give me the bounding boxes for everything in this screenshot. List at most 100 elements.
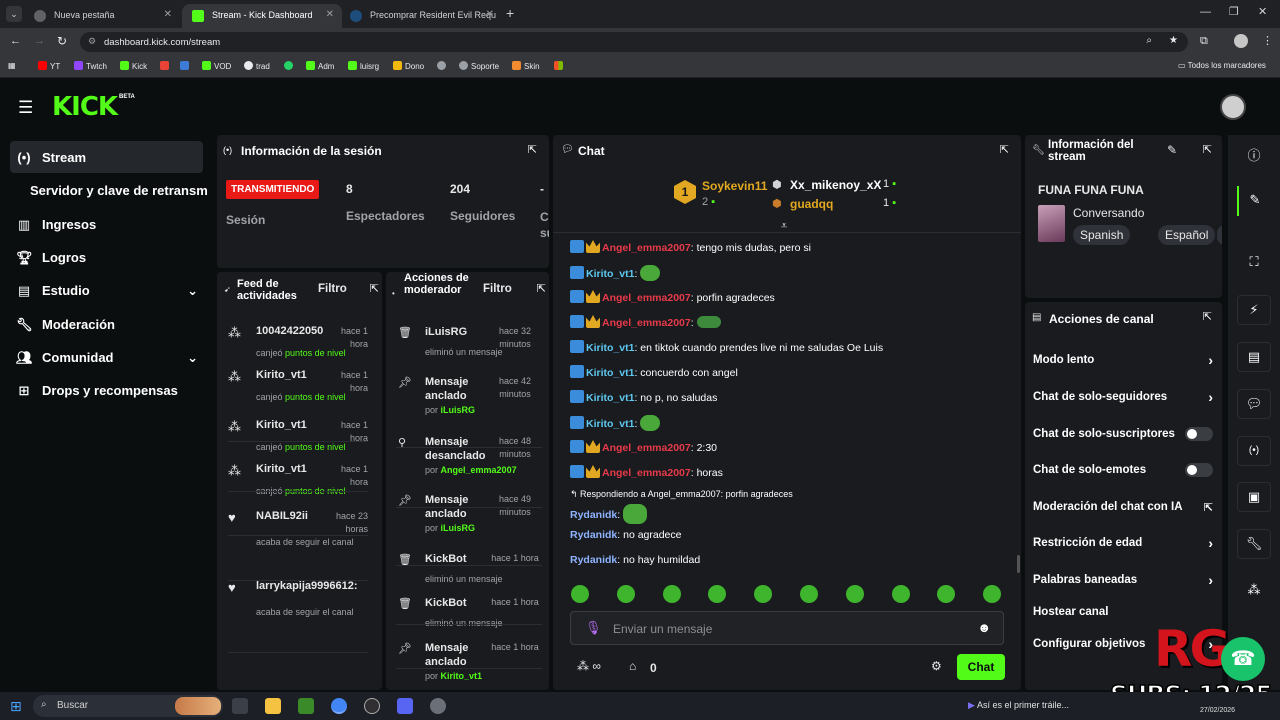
feed-username[interactable]: 10042422050 <box>256 325 323 337</box>
chat-message[interactable]: Angel_emma2007: <box>570 315 721 329</box>
bookmark-twtch[interactable]: Twtch <box>74 61 107 71</box>
chat-message[interactable]: Angel_emma2007: tengo mis dudas, pero si <box>570 240 811 254</box>
emote-quick-button[interactable] <box>754 585 773 603</box>
notes-icon[interactable]: ▤ <box>1237 342 1271 372</box>
chat-message[interactable]: Rydanidk: no hay humildad <box>570 554 700 566</box>
popout-icon[interactable]: ⇱ <box>528 143 537 156</box>
popout-icon[interactable]: ⇱ <box>1203 310 1212 323</box>
file-explorer-icon[interactable] <box>265 698 281 714</box>
star-icon[interactable]: ★ <box>1169 35 1178 46</box>
tab-new-tab[interactable]: Nueva pestaña ✕ <box>24 4 180 28</box>
mod-action-user[interactable]: Kirito_vt1 <box>441 671 483 681</box>
url-field[interactable]: ⚙ dashboard.kick.com/stream ⌕ ★ <box>80 32 1188 52</box>
chat-message[interactable]: Kirito_vt1: concuerdo con angel <box>570 365 738 379</box>
chat-message[interactable]: Angel_emma2007: 2:30 <box>570 440 717 454</box>
close-icon[interactable]: ✕ <box>486 9 494 20</box>
bookmark-trad[interactable]: trad <box>244 61 270 71</box>
filter-button[interactable]: Filtro <box>483 283 512 295</box>
emote-quick-button[interactable] <box>891 585 910 603</box>
bookmark-gmail[interactable] <box>160 61 172 71</box>
all-bookmarks[interactable]: ▭ Todos los marcadores <box>1178 61 1266 70</box>
menu-icon[interactable]: ⋮ <box>1262 34 1273 47</box>
close-icon[interactable]: ✕ <box>326 9 334 20</box>
chat-username[interactable]: Rydanidk <box>570 529 617 541</box>
wrench-icon[interactable]: 🔧︎ <box>1237 529 1271 559</box>
sidebar-item-comunidad[interactable]: 👥︎ Comunidad ⌄ <box>16 350 198 366</box>
sidebar-item-ingresos[interactable]: ▥ Ingresos <box>16 217 96 233</box>
chat-input-box[interactable]: 🎙︎ Enviar un mensaje ☻ <box>570 611 1004 645</box>
chat-username[interactable]: Kirito_vt1 <box>586 367 634 379</box>
chat-message[interactable]: Kirito_vt1: en tiktok cuando prendes liv… <box>570 340 883 354</box>
emoji-picker-icon[interactable]: ☻ <box>977 620 991 635</box>
emote-quick-button[interactable] <box>616 585 635 603</box>
bookmark-adm[interactable]: Adm <box>306 61 334 71</box>
popout-icon[interactable]: ⇱ <box>370 282 379 295</box>
sidebar-item-logros[interactable]: 🏆︎ Logros <box>16 250 86 266</box>
tab-kick-dashboard[interactable]: Stream - Kick Dashboard ✕ <box>182 4 342 28</box>
tab-resident-evil[interactable]: Precomprar Resident Evil Requ ✕ <box>340 4 502 28</box>
notification-tray[interactable]: ▶ Así es el primer tráile... <box>968 700 1069 711</box>
feed-link[interactable]: puntos de nivel <box>285 348 346 358</box>
channel-action-row[interactable]: Moderación del chat con IA ⇱ <box>1033 501 1213 514</box>
chat-message[interactable]: Rydanidk: <box>570 504 648 524</box>
leaderboard-second-name[interactable]: Xx_mikenoy_xX <box>790 178 881 192</box>
emote-quick-button[interactable] <box>800 585 818 603</box>
chat-username[interactable]: Angel_emma2007 <box>602 317 691 329</box>
feed-item[interactable]: ⁂ Kirito_vt1 hace 1 hora canjeó puntos de n… <box>228 463 368 507</box>
sidebar-item-estudio[interactable]: ▤ Estudio ⌄ <box>16 283 198 299</box>
chat-username[interactable]: Rydanidk <box>570 509 617 521</box>
close-icon[interactable]: ✕ <box>164 9 172 20</box>
sidebar-item-moderacion[interactable]: 🔧︎ Moderación <box>16 317 115 333</box>
feed-username[interactable]: Kirito_vt1 <box>256 463 307 475</box>
chat-message[interactable]: Kirito_vt1: no p, no saludas <box>570 390 717 404</box>
discord-icon[interactable] <box>397 698 413 714</box>
chat-message[interactable]: Kirito_vt1: <box>570 265 661 281</box>
extensions-icon[interactable]: ⧉ <box>1200 35 1208 48</box>
mod-action-user[interactable]: iLuisRG <box>441 405 476 415</box>
chat-send-button[interactable]: Chat <box>957 654 1005 680</box>
chrome-icon[interactable] <box>331 698 347 714</box>
tag-chip-overflow[interactable] <box>1217 225 1222 245</box>
bookmark-vod[interactable]: VOD <box>202 61 231 71</box>
tag-chip[interactable]: Spanish <box>1073 225 1131 245</box>
chat-bubble-icon[interactable]: 💬︎ <box>1237 389 1271 419</box>
category-name[interactable]: Conversando <box>1073 206 1144 220</box>
chat-settings-icon[interactable]: ⚙ <box>931 659 942 673</box>
bookmark-whatsapp[interactable] <box>284 61 296 71</box>
chat-username[interactable]: Kirito_vt1 <box>586 392 634 404</box>
chat-username[interactable]: Kirito_vt1 <box>586 342 634 354</box>
store-icon[interactable]: ⌂ <box>629 659 636 673</box>
channel-action-row[interactable]: Chat de solo-seguidores › <box>1033 389 1213 405</box>
channel-action-row[interactable]: Hostear canal <box>1033 606 1213 618</box>
support-chat-button[interactable]: ☎︎ <box>1221 637 1265 681</box>
mod-action-item[interactable]: 📌︎ Mensaje anclado hace 1 hora por Kirito_v… <box>398 641 540 689</box>
channel-action-row[interactable]: Chat de solo-suscriptores <box>1033 427 1213 441</box>
toggle-switch[interactable] <box>1185 463 1213 477</box>
sidebar-item-server-key[interactable]: Servidor y clave de retransm <box>30 183 215 198</box>
channel-action-row[interactable]: Configurar objetivos › <box>1033 636 1213 652</box>
emote-quick-button[interactable] <box>571 585 589 603</box>
layout-icon[interactable]: ▣ <box>1237 482 1271 512</box>
user-avatar[interactable] <box>1220 94 1246 120</box>
new-tab-button[interactable]: + <box>506 5 514 21</box>
info-icon[interactable]: ⓘ <box>1237 142 1271 172</box>
chat-username[interactable]: Angel_emma2007 <box>602 242 691 254</box>
emote-quick-button[interactable] <box>662 585 681 603</box>
mod-action-item[interactable]: 🗑︎ KickBot hace 1 hora eliminó un mensaje <box>398 552 540 600</box>
hamburger-menu-icon[interactable]: ☰ <box>18 98 33 118</box>
edit-pencil-icon[interactable]: ✎ <box>1167 143 1177 157</box>
forward-icon[interactable]: → <box>34 35 45 47</box>
emote-quick-button[interactable] <box>983 585 1002 603</box>
bookmark-dono[interactable]: Dono <box>393 61 424 71</box>
feed-item[interactable]: ⁂ 10042422050 hace 1 hora canjeó puntos de … <box>228 325 368 369</box>
bookmark-luisrg[interactable]: luisrg <box>348 61 379 71</box>
chat-username[interactable]: Kirito_vt1 <box>586 418 634 430</box>
chat-message[interactable]: Kirito_vt1: <box>570 415 661 431</box>
chat-username[interactable]: Angel_emma2007 <box>602 292 691 304</box>
mod-action-user[interactable]: Angel_emma2007 <box>441 465 517 475</box>
popout-icon[interactable]: ⇱ <box>1203 143 1212 156</box>
chat-username[interactable]: Angel_emma2007 <box>602 467 691 479</box>
taskbar-search[interactable]: ⌕ Buscar <box>33 695 223 717</box>
broadcast-icon[interactable]: (•) <box>1237 436 1271 466</box>
microphone-icon[interactable]: 🎙︎ <box>585 620 602 636</box>
